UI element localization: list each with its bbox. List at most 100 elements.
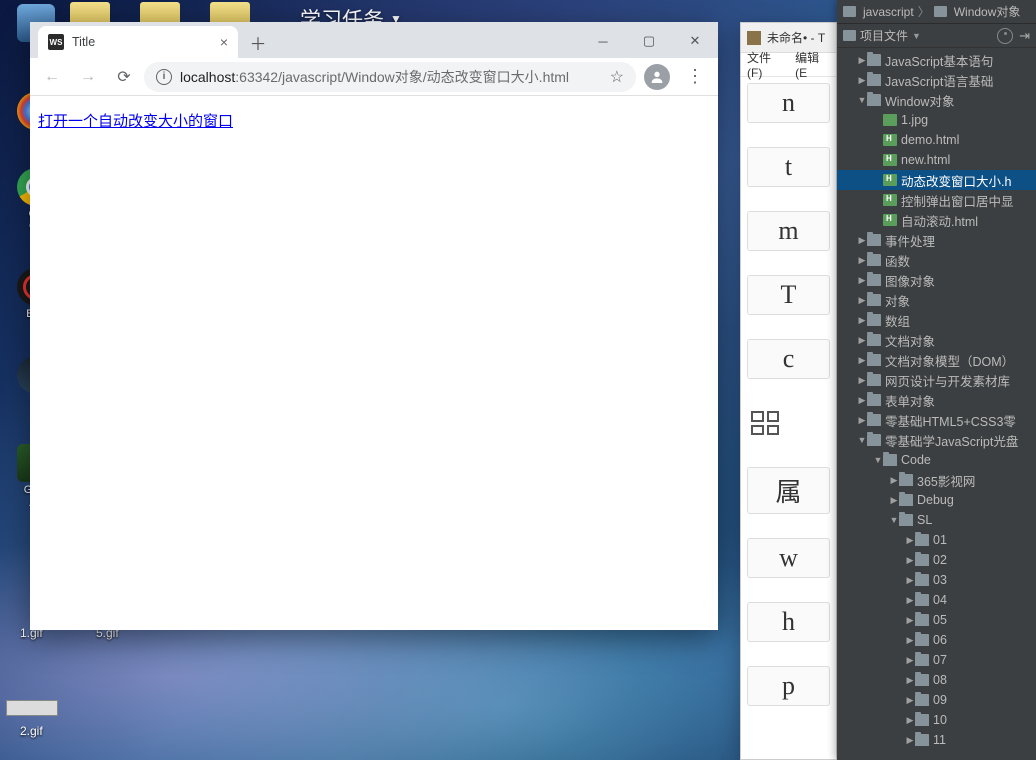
tree-item[interactable]: ▶365影视网 (837, 470, 1036, 490)
tree-item[interactable]: ▶10 (837, 710, 1036, 730)
folder-icon (867, 274, 881, 286)
tree-item[interactable]: ▶04 (837, 590, 1036, 610)
address-bar[interactable]: i localhost:63342/javascript/Window对象/动态… (144, 62, 636, 92)
tree-item[interactable]: 1.jpg (837, 110, 1036, 130)
tree-item[interactable]: ▶零基础HTML5+CSS3零 (837, 410, 1036, 430)
chevron-right-icon[interactable]: ▶ (857, 235, 867, 246)
chevron-right-icon[interactable]: ▶ (905, 735, 915, 746)
tree-item[interactable]: ▼零基础学JavaScript光盘 (837, 430, 1036, 450)
tree-item[interactable]: 控制弹出窗口居中显 (837, 190, 1036, 210)
ide-breadcrumb[interactable]: javascript 〉 Window对象 (837, 0, 1036, 24)
chevron-right-icon[interactable]: ▶ (857, 335, 867, 346)
tree-item[interactable]: ▶数组 (837, 310, 1036, 330)
ide-tree[interactable]: ▶JavaScript基本语句▶JavaScript语言基础▼Window对象1… (837, 48, 1036, 760)
chevron-right-icon[interactable]: ▶ (857, 315, 867, 326)
tree-item[interactable]: ▶图像对象 (837, 270, 1036, 290)
tree-item[interactable]: ▶09 (837, 690, 1036, 710)
tree-item[interactable]: ▶JavaScript语言基础 (837, 70, 1036, 90)
tree-item[interactable]: demo.html (837, 130, 1036, 150)
cell[interactable]: m (747, 211, 830, 251)
site-info-icon[interactable]: i (156, 69, 172, 85)
chevron-right-icon[interactable]: ▶ (905, 575, 915, 586)
tree-item[interactable]: ▶08 (837, 670, 1036, 690)
tree-item[interactable]: ▶07 (837, 650, 1036, 670)
tree-item[interactable]: ▶对象 (837, 290, 1036, 310)
cell[interactable]: t (747, 147, 830, 187)
project-selector[interactable]: 项目文件 (860, 27, 908, 44)
tree-item[interactable]: ▼Window对象 (837, 90, 1036, 110)
tree-item[interactable]: ▼SL (837, 510, 1036, 530)
chrome-menu-button[interactable]: ⋮ (678, 66, 712, 87)
minimize-button[interactable]: ─ (580, 24, 626, 58)
tab-close-icon[interactable]: × (220, 34, 228, 50)
tree-item[interactable]: ▶03 (837, 570, 1036, 590)
forward-button[interactable]: → (72, 61, 104, 93)
tree-item[interactable]: ▶01 (837, 530, 1036, 550)
tree-item[interactable]: ▶Debug (837, 490, 1036, 510)
chevron-right-icon[interactable]: ▶ (857, 375, 867, 386)
tree-item[interactable]: ▶文档对象模型（DOM） (837, 350, 1036, 370)
cell[interactable]: c (747, 339, 830, 379)
chevron-right-icon[interactable]: ▶ (857, 75, 867, 86)
chevron-right-icon[interactable]: ▶ (857, 415, 867, 426)
new-tab-button[interactable]: ＋ (244, 28, 272, 56)
chevron-right-icon[interactable]: ▶ (905, 715, 915, 726)
chevron-right-icon[interactable]: ▶ (905, 535, 915, 546)
tree-item[interactable]: ▶11 (837, 730, 1036, 750)
tree-item[interactable]: ▶事件处理 (837, 230, 1036, 250)
menu-edit[interactable]: 编辑(E (795, 49, 830, 80)
cell[interactable]: 属 (747, 467, 830, 514)
chevron-right-icon[interactable]: ▶ (905, 595, 915, 606)
collapse-icon[interactable]: ⇥ (1019, 28, 1030, 44)
back-button[interactable]: ← (36, 61, 68, 93)
chevron-right-icon[interactable]: ▶ (889, 475, 899, 486)
tree-item[interactable]: ▶函数 (837, 250, 1036, 270)
tree-item[interactable]: new.html (837, 150, 1036, 170)
cell[interactable]: w (747, 538, 830, 578)
maximize-button[interactable]: ▢ (626, 24, 672, 58)
tree-item[interactable]: ▶网页设计与开发素材库 (837, 370, 1036, 390)
chevron-right-icon[interactable]: ▶ (857, 255, 867, 266)
chevron-right-icon[interactable]: ▶ (905, 655, 915, 666)
chevron-down-icon[interactable]: ▼ (873, 455, 883, 465)
close-button[interactable]: ✕ (672, 24, 718, 58)
tree-item[interactable]: ▶06 (837, 630, 1036, 650)
breadcrumb-item[interactable]: javascript (863, 5, 914, 19)
cell[interactable]: h (747, 602, 830, 642)
chevron-right-icon[interactable]: ▶ (905, 555, 915, 566)
chevron-right-icon[interactable]: ▶ (857, 355, 867, 366)
chevron-right-icon[interactable]: ▶ (857, 275, 867, 286)
chevron-right-icon[interactable]: ▶ (889, 495, 899, 506)
chevron-down-icon[interactable]: ▼ (889, 515, 899, 525)
cell[interactable]: n (747, 83, 830, 123)
grid-icon[interactable] (751, 411, 779, 435)
tree-item[interactable]: ▶05 (837, 610, 1036, 630)
bookmark-star-icon[interactable]: ☆ (610, 67, 624, 87)
cell[interactable]: p (747, 666, 830, 706)
chevron-right-icon[interactable]: ▶ (857, 395, 867, 406)
target-icon[interactable] (997, 28, 1013, 44)
gif-thumbnail[interactable] (6, 700, 58, 716)
tree-item[interactable]: ▼Code (837, 450, 1036, 470)
profile-avatar-icon[interactable] (644, 64, 670, 90)
chevron-right-icon[interactable]: ▶ (905, 695, 915, 706)
chevron-right-icon[interactable]: ▶ (905, 675, 915, 686)
chevron-down-icon[interactable]: ▼ (857, 95, 867, 105)
tree-item[interactable]: ▶文档对象 (837, 330, 1036, 350)
reload-button[interactable]: ⟳ (108, 61, 140, 93)
tree-item[interactable]: 自动滚动.html (837, 210, 1036, 230)
cell[interactable]: T (747, 275, 830, 315)
chrome-tab[interactable]: WS Title × (38, 26, 238, 58)
tree-item[interactable]: ▶表单对象 (837, 390, 1036, 410)
chevron-down-icon[interactable]: ▼ (857, 435, 867, 445)
chevron-right-icon[interactable]: ▶ (905, 615, 915, 626)
page-link[interactable]: 打开一个自动改变大小的窗口 (38, 113, 233, 130)
tree-item[interactable]: ▶02 (837, 550, 1036, 570)
chevron-right-icon[interactable]: ▶ (905, 635, 915, 646)
tree-item[interactable]: ▶JavaScript基本语句 (837, 50, 1036, 70)
tree-item[interactable]: 动态改变窗口大小.h (837, 170, 1036, 190)
breadcrumb-item[interactable]: Window对象 (954, 3, 1021, 20)
chevron-right-icon[interactable]: ▶ (857, 295, 867, 306)
chevron-right-icon[interactable]: ▶ (857, 55, 867, 66)
menu-file[interactable]: 文件(F) (747, 49, 785, 80)
